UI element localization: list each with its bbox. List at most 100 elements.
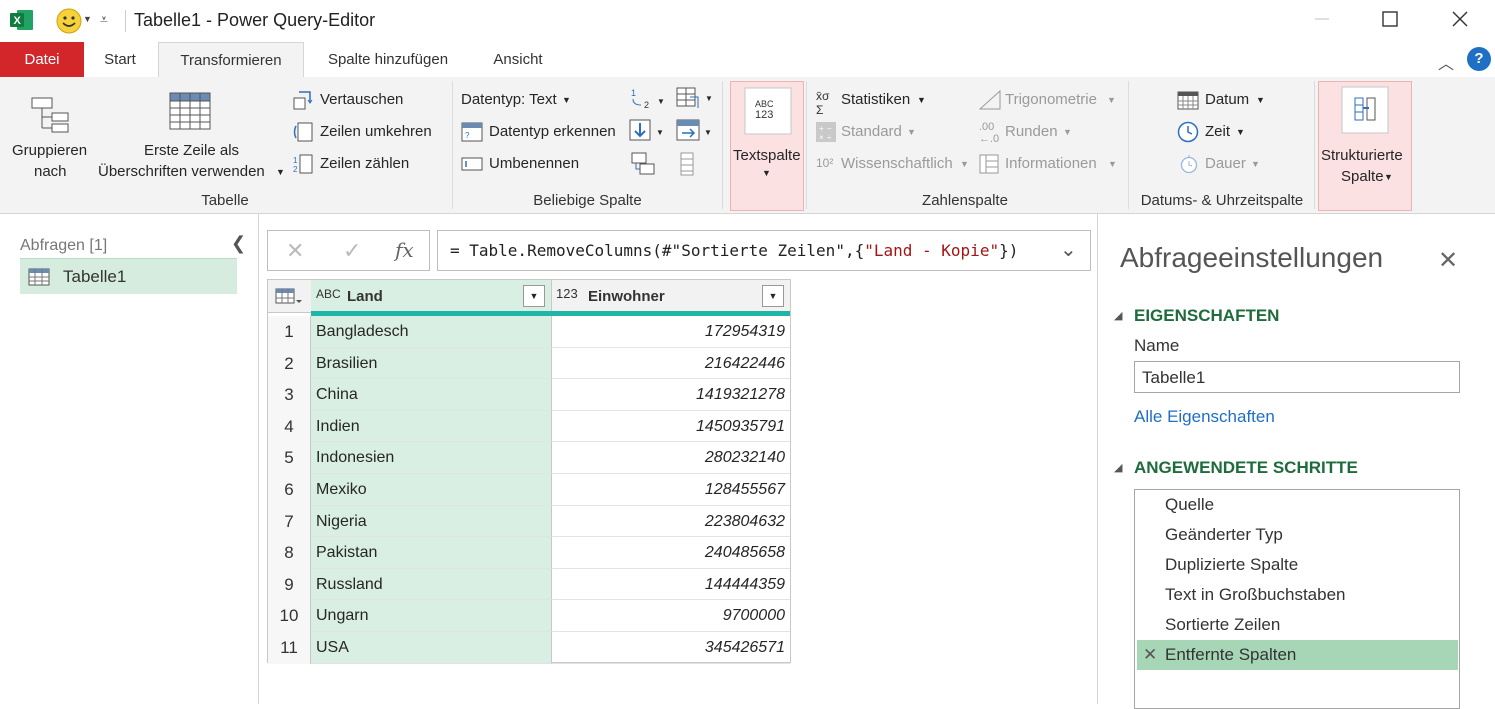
cell-einwohner[interactable]: 172954319: [551, 316, 790, 348]
table-row[interactable]: 9 Russland 144444359: [268, 568, 790, 601]
row-number[interactable]: 3: [268, 379, 311, 411]
cell-einwohner[interactable]: 1419321278: [551, 379, 790, 411]
cell-land[interactable]: Indonesien: [311, 442, 551, 474]
tab-ansicht[interactable]: Ansicht: [478, 42, 558, 77]
all-properties-link[interactable]: Alle Eigenschaften: [1134, 407, 1275, 427]
move-down-icon[interactable]: [629, 119, 653, 143]
replace-values-icon[interactable]: 12: [629, 87, 655, 111]
transpose-button[interactable]: Vertauschen: [293, 89, 443, 111]
chevron-down-icon[interactable]: ▼: [83, 14, 92, 24]
cell-land[interactable]: Nigeria: [311, 505, 551, 538]
use-first-row-as-headers-button[interactable]: Erste Zeile als Überschriften verwenden …: [96, 87, 288, 187]
cell-land[interactable]: Ungarn: [311, 600, 551, 632]
close-button[interactable]: [1440, 6, 1480, 36]
table-row[interactable]: 10 Ungarn 9700000: [268, 600, 790, 632]
minimize-button[interactable]: [1302, 6, 1342, 36]
formula-bar[interactable]: = Table.RemoveColumns(#"Sortierte Zeilen…: [437, 230, 1091, 271]
confirm-formula-icon[interactable]: ✓: [343, 238, 361, 264]
table-row[interactable]: 7 Nigeria 223804632: [268, 505, 790, 538]
cell-land[interactable]: USA: [311, 632, 551, 664]
filter-dropdown-icon[interactable]: ▼: [523, 285, 545, 307]
table-row[interactable]: 2 Brasilien 216422446: [268, 347, 790, 380]
count-rows-button[interactable]: 12 Zeilen zählen: [293, 153, 443, 175]
column-type-text[interactable]: ABC: [316, 287, 341, 301]
information-dropdown[interactable]: Informationen ▼: [979, 153, 1119, 175]
row-number[interactable]: 9: [268, 568, 311, 601]
standard-dropdown[interactable]: + − × ÷ Standard ▼: [816, 121, 936, 143]
help-icon[interactable]: ?: [1467, 47, 1491, 71]
convert-to-list-icon[interactable]: [680, 152, 694, 176]
collapse-pane-icon[interactable]: ❮: [231, 233, 246, 254]
smiley-feedback-icon[interactable]: [56, 8, 82, 34]
tab-spalte-hinzufuegen[interactable]: Spalte hinzufügen: [312, 42, 464, 77]
table-row[interactable]: 4 Indien 1450935791: [268, 410, 790, 443]
collapse-section-icon[interactable]: ◢: [1114, 461, 1122, 474]
customize-quick-access-icon[interactable]: ⩡: [100, 11, 108, 28]
duration-dropdown[interactable]: Dauer ▼: [1177, 153, 1277, 175]
delete-step-icon[interactable]: ✕: [1143, 640, 1157, 670]
applied-step[interactable]: Text in Großbuchstaben: [1137, 580, 1458, 610]
table-row[interactable]: 11 USA 345426571: [268, 632, 790, 664]
column-header-einwohner[interactable]: 123 Einwohner ▼: [551, 280, 790, 313]
row-number[interactable]: 7: [268, 505, 311, 538]
row-number[interactable]: 1: [268, 316, 311, 348]
cell-einwohner[interactable]: 1450935791: [551, 410, 790, 443]
text-column-button[interactable]: ABC 123 Textspalte ▼: [730, 81, 804, 211]
row-number[interactable]: 8: [268, 537, 311, 569]
table-row[interactable]: 6 Mexiko 128455567: [268, 474, 790, 506]
tab-start[interactable]: Start: [88, 42, 152, 77]
cell-land[interactable]: China: [311, 379, 551, 411]
close-pane-icon[interactable]: ✕: [1438, 246, 1458, 275]
cell-einwohner[interactable]: 9700000: [551, 600, 790, 632]
unpivot-icon[interactable]: [631, 152, 655, 176]
collapse-ribbon-icon[interactable]: ︿: [1438, 50, 1454, 74]
cell-land[interactable]: Brasilien: [311, 347, 551, 380]
cell-einwohner[interactable]: 216422446: [551, 347, 790, 380]
applied-step[interactable]: Quelle: [1137, 490, 1458, 520]
row-number[interactable]: 10: [268, 600, 311, 632]
table-row[interactable]: 8 Pakistan 240485658: [268, 537, 790, 569]
expand-formula-icon[interactable]: ⌄: [1060, 237, 1077, 262]
cell-land[interactable]: Bangladesch: [311, 316, 551, 348]
rename-button[interactable]: Umbenennen: [461, 153, 591, 175]
cell-land[interactable]: Indien: [311, 410, 551, 443]
cell-einwohner[interactable]: 128455567: [551, 474, 790, 506]
row-number[interactable]: 6: [268, 474, 311, 506]
cell-einwohner[interactable]: 345426571: [551, 632, 790, 664]
column-type-number[interactable]: 123: [556, 286, 578, 301]
row-number[interactable]: 2: [268, 347, 311, 380]
data-type-dropdown[interactable]: Datentyp: Text ▼: [461, 89, 581, 111]
query-item-tabelle1[interactable]: Tabelle1: [20, 258, 237, 294]
detect-data-type-button[interactable]: ? Datentyp erkennen: [461, 121, 626, 143]
row-number[interactable]: 4: [268, 410, 311, 443]
table-row[interactable]: 5 Indonesien 280232140: [268, 442, 790, 474]
cancel-formula-icon[interactable]: ✕: [286, 238, 304, 264]
tab-transformieren[interactable]: Transformieren: [158, 42, 304, 77]
reverse-rows-button[interactable]: Zeilen umkehren: [293, 121, 443, 143]
group-by-button[interactable]: Gruppieren nach: [6, 87, 98, 187]
cell-land[interactable]: Russland: [311, 568, 551, 601]
cell-einwohner[interactable]: 240485658: [551, 537, 790, 569]
time-dropdown[interactable]: Zeit ▼: [1177, 121, 1277, 143]
rounding-dropdown[interactable]: .00 ←.0 Runden ▼: [979, 121, 1099, 145]
applied-step[interactable]: Sortierte Zeilen: [1137, 610, 1458, 640]
table-row[interactable]: 1 Bangladesch 172954319: [268, 316, 790, 348]
cell-einwohner[interactable]: 144444359: [551, 568, 790, 601]
pivot-column-icon[interactable]: [676, 119, 702, 143]
fill-icon[interactable]: [676, 87, 702, 109]
applied-step[interactable]: Geänderter Typ: [1137, 520, 1458, 550]
scientific-dropdown[interactable]: 10² Wissenschaftlich ▼: [816, 153, 976, 175]
structured-column-button[interactable]: Strukturierte Spalte ▼: [1318, 81, 1412, 211]
statistics-dropdown[interactable]: x̄σ Σ Statistiken ▼: [816, 89, 936, 117]
trigonometry-dropdown[interactable]: Trigonometrie ▼: [979, 89, 1119, 111]
collapse-section-icon[interactable]: ◢: [1114, 309, 1122, 322]
tab-datei[interactable]: Datei: [0, 42, 84, 77]
name-input[interactable]: Tabelle1: [1134, 361, 1460, 393]
filter-dropdown-icon[interactable]: ▼: [762, 285, 784, 307]
row-number[interactable]: 11: [268, 632, 311, 664]
row-number[interactable]: 5: [268, 442, 311, 474]
maximize-button[interactable]: [1370, 6, 1410, 36]
table-menu-button[interactable]: [268, 280, 311, 313]
date-dropdown[interactable]: Datum ▼: [1177, 89, 1277, 111]
fx-icon[interactable]: fx: [395, 238, 414, 262]
